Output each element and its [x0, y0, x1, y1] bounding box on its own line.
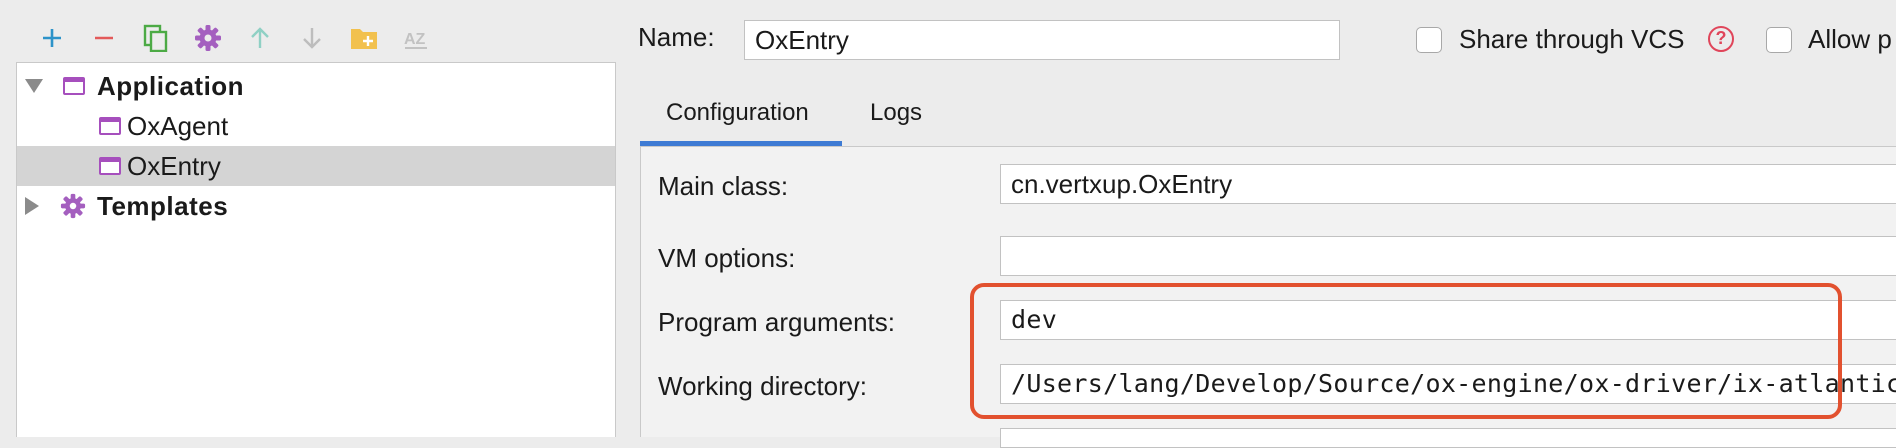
new-folder-button[interactable] — [338, 20, 390, 56]
working-directory-label: Working directory: — [658, 371, 868, 401]
expanded-arrow-icon[interactable] — [25, 79, 43, 93]
tab-configuration[interactable]: Configuration — [666, 96, 809, 146]
tree-node-templates[interactable]: Templates — [17, 186, 615, 226]
add-button[interactable] — [26, 20, 78, 56]
tree-node-oxentry[interactable]: OxEntry — [17, 146, 615, 186]
main-class-field[interactable]: cn.vertxup.OxEntry — [1000, 164, 1896, 204]
sort-az-label: AZ — [404, 31, 426, 48]
tree-label-oxagent: OxAgent — [127, 111, 229, 141]
tree-label-oxentry: OxEntry — [127, 151, 221, 181]
tree-label-templates: Templates — [97, 191, 229, 221]
gear-icon — [60, 193, 86, 219]
sort-button[interactable]: AZ — [390, 20, 442, 56]
tree-node-application[interactable]: Application — [17, 66, 615, 106]
move-down-icon — [303, 28, 321, 49]
collapsed-arrow-icon[interactable] — [25, 197, 39, 215]
add-icon — [43, 29, 61, 47]
share-vcs-label[interactable]: Share through VCS — [1459, 24, 1684, 55]
application-config-icon — [99, 157, 121, 175]
toolbar: AZ — [26, 20, 442, 56]
edit-templates-button[interactable] — [182, 20, 234, 56]
next-field-partial[interactable] — [1000, 428, 1896, 448]
main-class-label: Main class: — [658, 171, 789, 201]
sort-az-icon: AZ — [404, 31, 427, 49]
run-configurations-tree: Application OxAgent OxEntry Templates — [16, 62, 616, 437]
program-arguments-field[interactable]: dev — [1000, 300, 1896, 340]
remove-button[interactable] — [78, 20, 130, 56]
program-arguments-label: Program arguments: — [658, 307, 895, 337]
working-directory-field[interactable]: /Users/lang/Develop/Source/ox-engine/ox-… — [1000, 364, 1896, 404]
copy-button[interactable] — [130, 20, 182, 56]
name-label: Name: — [638, 22, 715, 52]
remove-icon — [95, 36, 113, 40]
vm-options-label: VM options: — [658, 243, 796, 273]
help-icon[interactable]: ? — [1708, 26, 1734, 52]
name-input[interactable]: OxEntry — [744, 20, 1340, 60]
move-up-icon — [251, 27, 269, 48]
tab-logs[interactable]: Logs — [870, 96, 922, 146]
move-up-button[interactable] — [234, 20, 286, 56]
application-config-icon — [63, 77, 85, 95]
folder-add-icon — [351, 29, 377, 49]
gear-icon — [195, 25, 221, 51]
allow-parallel-label[interactable]: Allow p — [1808, 24, 1892, 55]
vm-options-field[interactable] — [1000, 236, 1896, 276]
copy-icon — [143, 24, 168, 52]
share-vcs-checkbox[interactable] — [1416, 27, 1442, 53]
allow-parallel-checkbox[interactable] — [1766, 27, 1792, 53]
tree-label-application: Application — [97, 71, 245, 101]
move-down-button[interactable] — [286, 20, 338, 56]
application-config-icon — [99, 117, 121, 135]
tree-node-oxagent[interactable]: OxAgent — [17, 106, 615, 146]
